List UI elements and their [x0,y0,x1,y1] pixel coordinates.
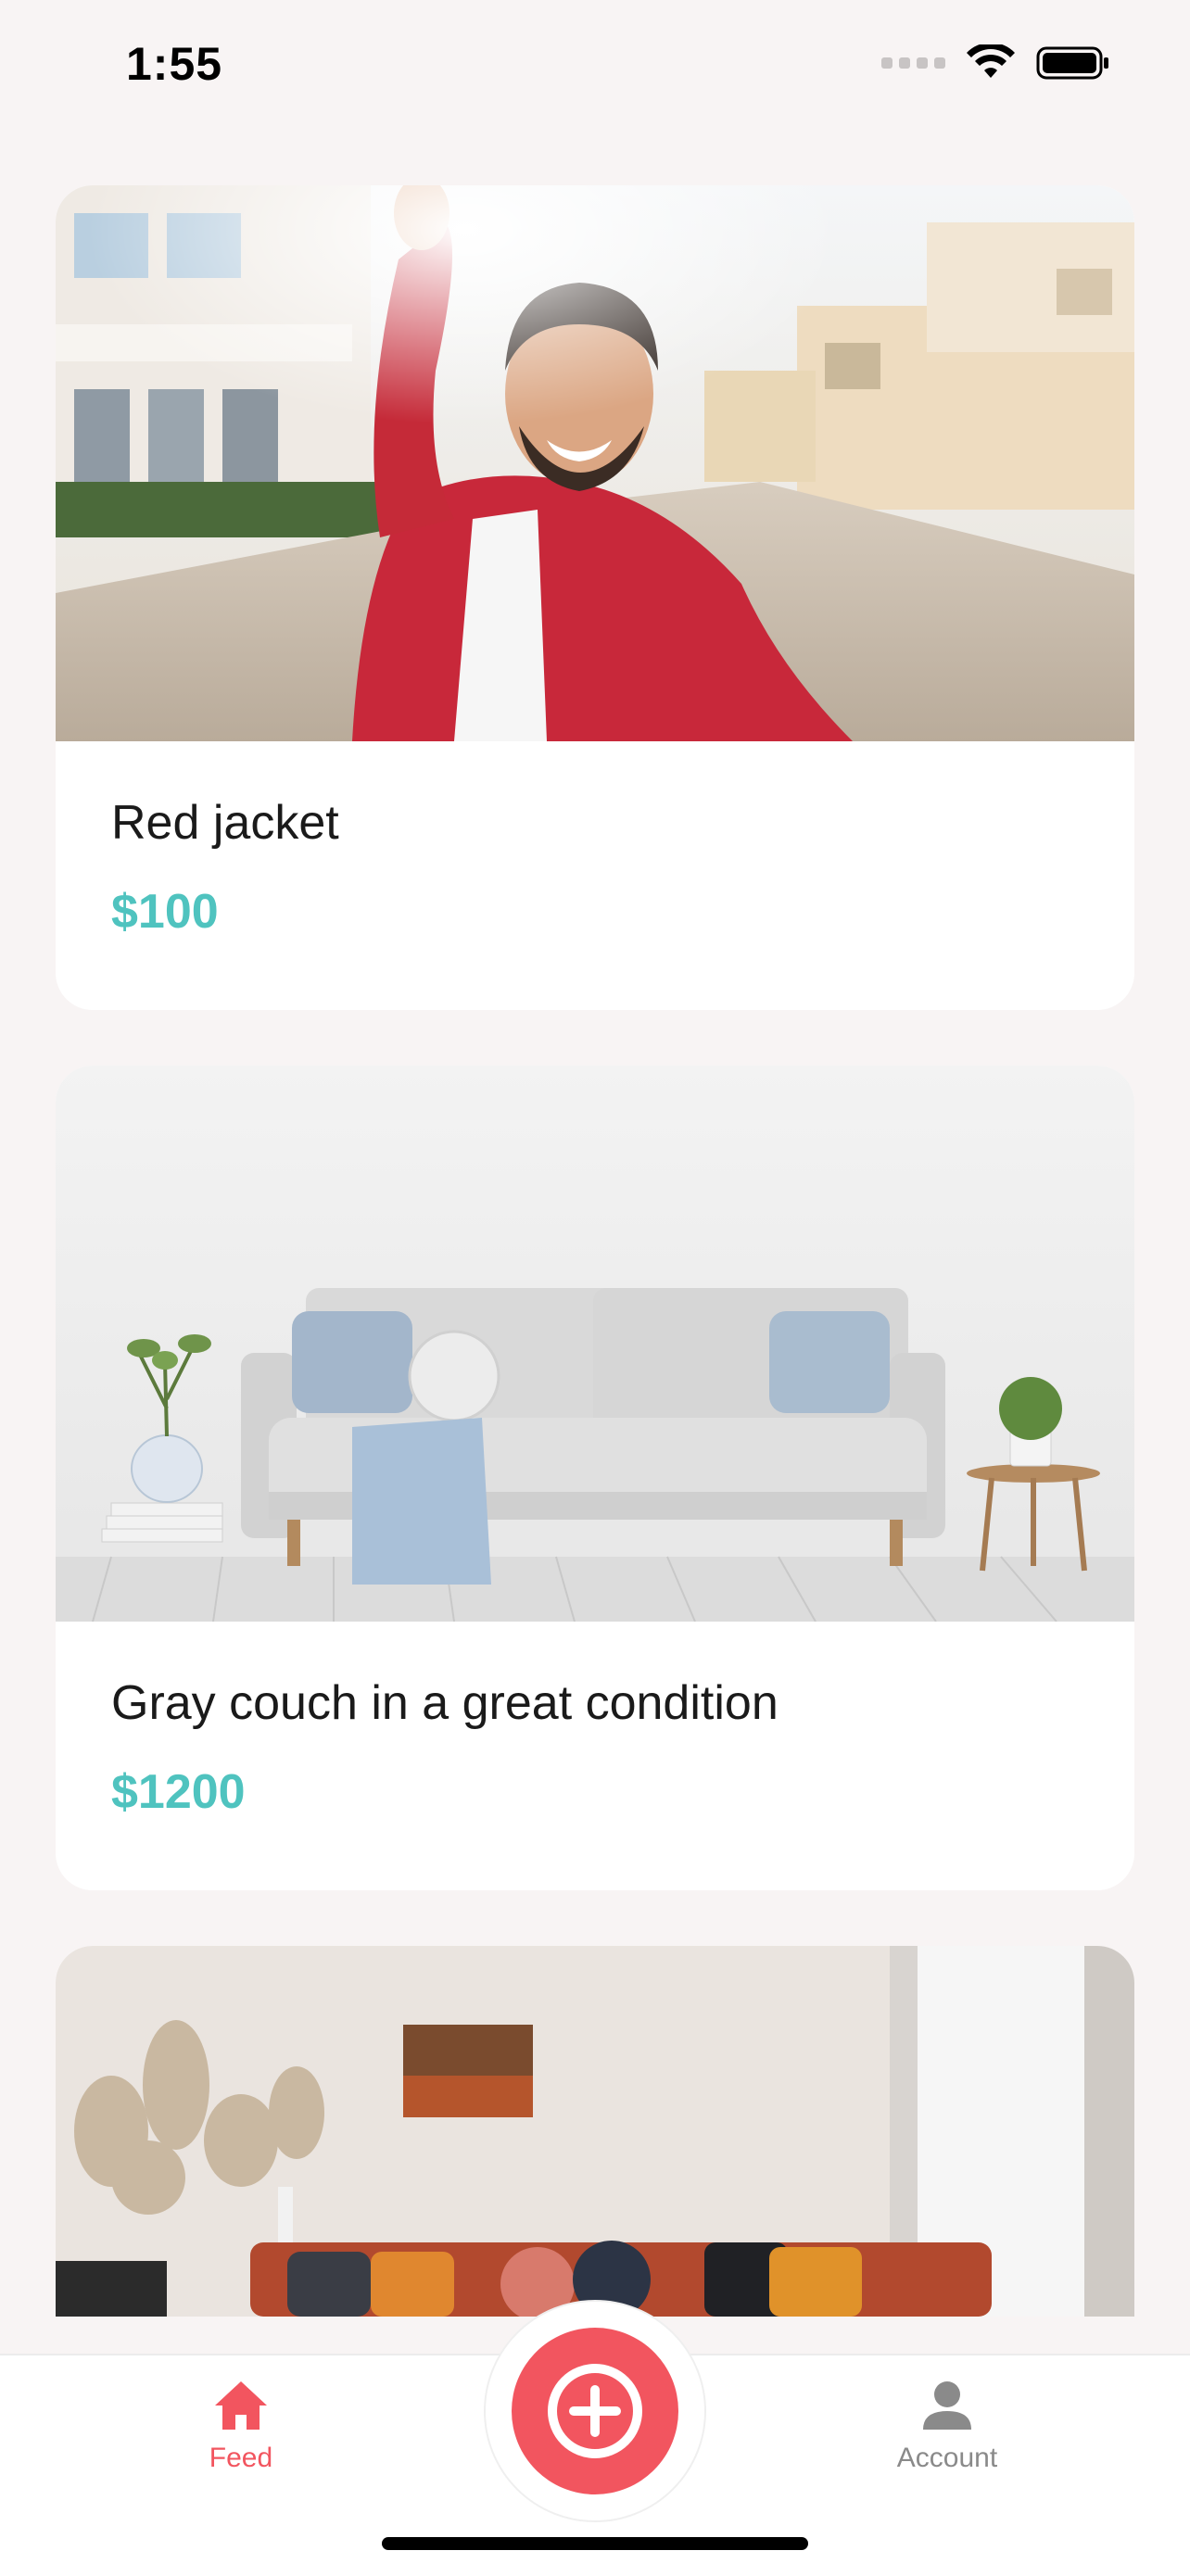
plus-icon [548,2364,642,2458]
tab-feed[interactable]: Feed [148,2378,334,2474]
cellular-signal-icon [881,57,945,69]
tab-feed-label: Feed [209,2443,273,2473]
status-time: 1:55 [126,38,223,90]
listing-price: $100 [111,885,219,939]
listing-image [56,1946,1134,2317]
listing-price: $1200 [111,1765,246,1819]
status-icons [881,44,1110,82]
listing-card[interactable]: Red jacket $100 [56,185,1134,1010]
battery-icon [1036,46,1108,80]
listing-title: Gray couch in a great condition [111,1676,779,1730]
listing-card[interactable] [56,1946,1134,2317]
tab-account[interactable]: Account [855,2378,1040,2474]
listing-card[interactable]: Gray couch in a great condition $1200 [56,1066,1134,1890]
wifi-icon [967,44,1015,78]
status-bar: 1:55 [0,0,1190,130]
tab-account-label: Account [896,2443,998,2473]
add-listing-button[interactable] [512,2328,678,2494]
home-indicator[interactable] [382,2537,808,2550]
listing-image [56,185,1134,741]
home-icon [215,2381,267,2430]
photo-man-red-jacket [56,185,1134,741]
person-icon [923,2381,971,2430]
photo-orange-couch-living-room [56,1946,1134,2317]
listing-title: Red jacket [111,796,339,850]
photo-gray-couch [56,1066,1134,1622]
listing-image [56,1066,1134,1622]
